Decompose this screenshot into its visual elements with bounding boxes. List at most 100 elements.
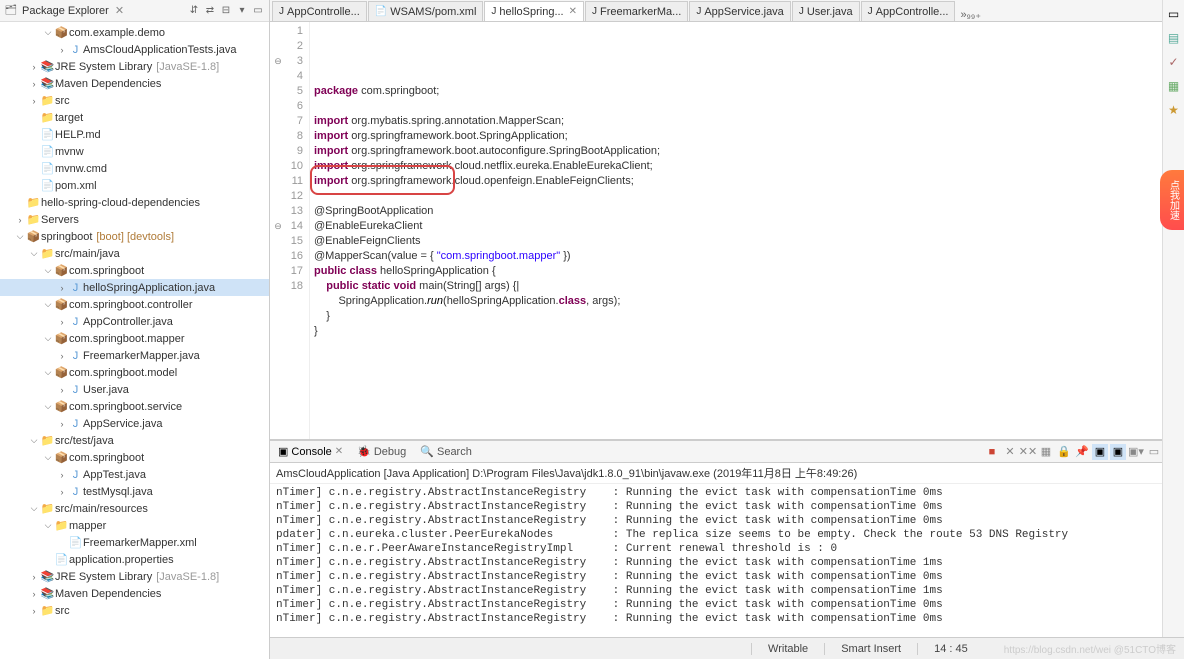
- tree-node[interactable]: 📁hello-spring-cloud-dependencies: [0, 194, 269, 211]
- remove-launch-icon[interactable]: ✕: [1002, 444, 1018, 460]
- expand-icon[interactable]: ›: [28, 572, 40, 582]
- tree-node[interactable]: ⌵📦com.springboot: [0, 449, 269, 466]
- minimize-icon[interactable]: ▭: [251, 4, 265, 18]
- tree-node[interactable]: ⌵📁src/test/java: [0, 432, 269, 449]
- collapse-all-icon[interactable]: ⇵: [187, 4, 201, 18]
- expand-icon[interactable]: ⌵: [28, 503, 40, 514]
- editor-gutter[interactable]: 123⊖4567891011121314⊖15161718: [270, 22, 310, 439]
- code-line[interactable]: @EnableFeignClients: [314, 234, 1170, 249]
- task-list-icon[interactable]: ✓: [1166, 54, 1182, 70]
- editor-tab[interactable]: JAppService.java: [689, 1, 791, 21]
- tree-node[interactable]: ›📚Maven Dependencies: [0, 585, 269, 602]
- tree-node[interactable]: ⌵📦springboot[boot] [devtools]: [0, 228, 269, 245]
- display-selected-icon[interactable]: ▣: [1092, 444, 1108, 460]
- code-line[interactable]: }: [314, 324, 1170, 339]
- expand-icon[interactable]: ›: [56, 419, 68, 429]
- bottom-tab[interactable]: 🐞Debug: [353, 445, 410, 458]
- code-line[interactable]: SpringApplication.run(helloSpringApplica…: [314, 294, 1170, 309]
- open-console-icon[interactable]: ▣▾: [1128, 444, 1144, 460]
- expand-icon[interactable]: ⌵: [42, 333, 54, 344]
- tree-node[interactable]: 📄FreemarkerMapper.xml: [0, 534, 269, 551]
- tab-overflow[interactable]: »₉₉₊: [956, 8, 985, 21]
- expand-icon[interactable]: ›: [56, 470, 68, 480]
- tree-node[interactable]: ⌵📦com.springboot.controller: [0, 296, 269, 313]
- tree-node[interactable]: ›📁src: [0, 602, 269, 619]
- expand-icon[interactable]: ⌵: [42, 299, 54, 310]
- tree-node[interactable]: ›📁Servers: [0, 211, 269, 228]
- outline-icon[interactable]: ▤: [1166, 30, 1182, 46]
- code-line[interactable]: package com.springboot;: [314, 84, 1170, 99]
- fold-marker[interactable]: ⊖: [272, 219, 284, 234]
- expand-icon[interactable]: ⌵: [42, 265, 54, 276]
- tree-node[interactable]: ›JhelloSpringApplication.java: [0, 279, 269, 296]
- editor-tab[interactable]: JUser.java: [792, 1, 860, 21]
- code-line[interactable]: @SpringBootApplication: [314, 204, 1170, 219]
- bottom-tab[interactable]: 🔍Search: [416, 445, 476, 458]
- restore-icon[interactable]: ▭: [1166, 6, 1182, 22]
- expand-icon[interactable]: ›: [56, 45, 68, 55]
- tree-node[interactable]: ›JAmsCloudApplicationTests.java: [0, 41, 269, 58]
- close-icon[interactable]: ✕: [569, 6, 577, 17]
- tree-node[interactable]: 📄application.properties: [0, 551, 269, 568]
- terminate-icon[interactable]: ■: [984, 444, 1000, 460]
- tree-node[interactable]: ›JAppService.java: [0, 415, 269, 432]
- expand-icon[interactable]: ›: [28, 62, 40, 72]
- tree-node[interactable]: 📄mvnw: [0, 143, 269, 160]
- clear-console-icon[interactable]: ▦: [1038, 444, 1054, 460]
- show-console-icon[interactable]: ▣: [1110, 444, 1126, 460]
- expand-icon[interactable]: ›: [28, 606, 40, 616]
- expand-icon[interactable]: ›: [56, 283, 68, 293]
- tree-node[interactable]: ⌵📁src/main/resources: [0, 500, 269, 517]
- tree-node[interactable]: 📄mvnw.cmd: [0, 160, 269, 177]
- tree-node[interactable]: ›📚Maven Dependencies: [0, 75, 269, 92]
- tree-node[interactable]: ⌵📦com.springboot.mapper: [0, 330, 269, 347]
- editor-tab[interactable]: 📄WSAMS/pom.xml: [368, 1, 484, 21]
- tree-node[interactable]: ›JAppTest.java: [0, 466, 269, 483]
- code-line[interactable]: }: [314, 309, 1170, 324]
- expand-icon[interactable]: ⌵: [42, 367, 54, 378]
- expand-icon[interactable]: ›: [56, 385, 68, 395]
- expand-icon[interactable]: ⌵: [42, 520, 54, 531]
- code-line[interactable]: import org.springframework.boot.autoconf…: [314, 144, 1170, 159]
- expand-icon[interactable]: ›: [56, 487, 68, 497]
- fold-marker[interactable]: ⊖: [272, 54, 284, 69]
- minimap-icon[interactable]: ▦: [1166, 78, 1182, 94]
- code-line[interactable]: public static void main(String[] args) {…: [314, 279, 1170, 294]
- tree-node[interactable]: 📄HELP.md: [0, 126, 269, 143]
- tree-node[interactable]: ⌵📦com.springboot: [0, 262, 269, 279]
- bottom-tab[interactable]: ▣Console✕: [274, 445, 347, 458]
- expand-icon[interactable]: ⌵: [42, 27, 54, 38]
- code-line[interactable]: @MapperScan(value = { "com.springboot.ma…: [314, 249, 1170, 264]
- link-with-editor-icon[interactable]: ⇄: [203, 4, 217, 18]
- view-menu-icon[interactable]: ▾: [235, 4, 249, 18]
- bookmarks-icon[interactable]: ★: [1166, 102, 1182, 118]
- code-line[interactable]: import org.springframework.cloud.netflix…: [314, 159, 1170, 174]
- tree-node[interactable]: 📁target: [0, 109, 269, 126]
- tree-node[interactable]: ›📚JRE System Library[JavaSE-1.8]: [0, 58, 269, 75]
- expand-icon[interactable]: ›: [14, 215, 26, 225]
- editor-tab[interactable]: JFreemarkerMa...: [585, 1, 688, 21]
- code-line[interactable]: import org.springframework.boot.SpringAp…: [314, 129, 1170, 144]
- code-line[interactable]: import org.springframework.cloud.openfei…: [314, 174, 1170, 189]
- code-line[interactable]: public class helloSpringApplication {: [314, 264, 1170, 279]
- expand-icon[interactable]: ⌵: [28, 248, 40, 259]
- expand-icon[interactable]: ⌵: [14, 231, 26, 242]
- code-line[interactable]: [314, 99, 1170, 114]
- tree-node[interactable]: ⌵📦com.springboot.service: [0, 398, 269, 415]
- console-output[interactable]: nTimer] c.n.e.registry.AbstractInstanceR…: [270, 484, 1184, 659]
- code-content[interactable]: package com.springboot;import org.mybati…: [310, 22, 1170, 439]
- focus-icon[interactable]: ⊟: [219, 4, 233, 18]
- editor-tab[interactable]: JhelloSpring...✕: [484, 1, 584, 21]
- expand-icon[interactable]: ›: [28, 589, 40, 599]
- tree-node[interactable]: ›JFreemarkerMapper.java: [0, 347, 269, 364]
- tree-node[interactable]: 📄pom.xml: [0, 177, 269, 194]
- expand-icon[interactable]: ›: [56, 317, 68, 327]
- editor-tab[interactable]: JAppControlle...: [861, 1, 956, 21]
- code-line[interactable]: @EnableEurekaClient: [314, 219, 1170, 234]
- tree-node[interactable]: ⌵📁mapper: [0, 517, 269, 534]
- expand-icon[interactable]: ›: [28, 79, 40, 89]
- floating-ad-badge[interactable]: 点我加速: [1160, 170, 1184, 230]
- tree-node[interactable]: ⌵📦com.springboot.model: [0, 364, 269, 381]
- tree-node[interactable]: ›📚JRE System Library[JavaSE-1.8]: [0, 568, 269, 585]
- tree-node[interactable]: ⌵📁src/main/java: [0, 245, 269, 262]
